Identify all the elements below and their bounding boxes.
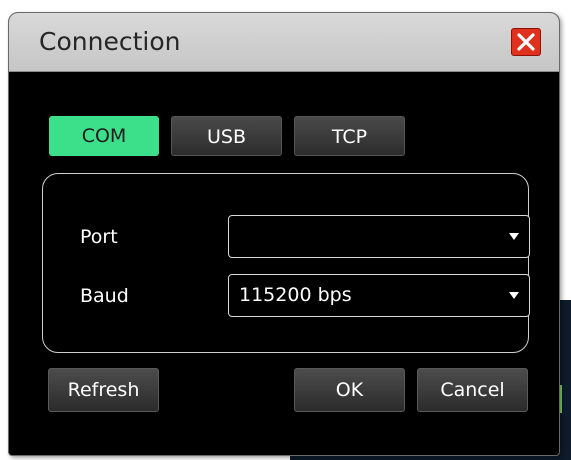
tab-com[interactable]: COM bbox=[49, 116, 159, 156]
baud-select[interactable]: 115200 bps bbox=[228, 274, 530, 317]
tab-tcp[interactable]: TCP bbox=[294, 116, 405, 156]
dialog-title: Connection bbox=[39, 27, 181, 56]
port-label: Port bbox=[80, 226, 118, 248]
tab-usb[interactable]: USB bbox=[171, 116, 282, 156]
close-button[interactable] bbox=[511, 28, 541, 56]
baud-label: Baud bbox=[80, 285, 129, 307]
connection-dialog: Connection COM USB TCP Port Baud 115200 … bbox=[8, 12, 560, 456]
settings-group: Port Baud 115200 bps bbox=[42, 173, 530, 353]
cancel-button[interactable]: Cancel bbox=[417, 368, 528, 412]
dropdown-arrow-icon bbox=[509, 292, 519, 299]
port-select[interactable] bbox=[228, 215, 530, 258]
dropdown-arrow-icon bbox=[509, 233, 519, 240]
refresh-button[interactable]: Refresh bbox=[48, 368, 159, 412]
baud-value: 115200 bps bbox=[239, 284, 352, 306]
close-icon bbox=[517, 33, 535, 51]
ok-button[interactable]: OK bbox=[294, 368, 405, 412]
title-bar[interactable]: Connection bbox=[9, 13, 559, 72]
